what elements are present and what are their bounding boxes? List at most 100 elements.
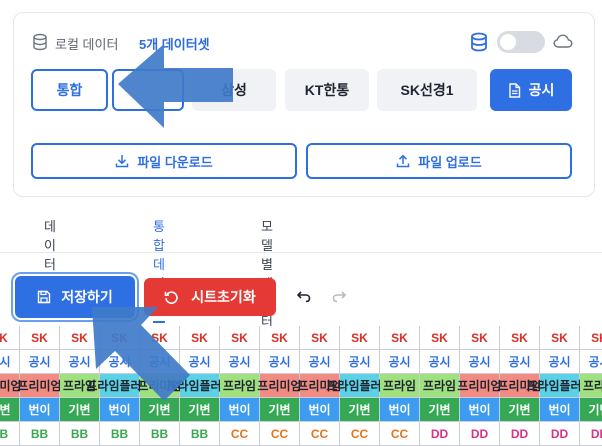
- sheet-cell[interactable]: SK: [0, 326, 20, 350]
- file-download-button[interactable]: 파일 다운로드: [31, 143, 297, 179]
- sheet-cell[interactable]: SK: [580, 326, 602, 350]
- sheet-cell[interactable]: SK: [60, 326, 100, 350]
- sheet-cell[interactable]: CC: [380, 422, 420, 446]
- reset-sheet-button[interactable]: 시트초기화: [144, 278, 276, 316]
- sheet-cell[interactable]: SK: [220, 326, 260, 350]
- sheet-cell[interactable]: 기변: [340, 398, 380, 422]
- sheet-cell[interactable]: 프라임플러스: [166, 374, 233, 398]
- sheet-cell[interactable]: 공시: [140, 350, 180, 374]
- sheet-cell[interactable]: DD: [540, 422, 580, 446]
- redo-icon[interactable]: [331, 288, 347, 304]
- database-icon[interactable]: [470, 32, 488, 52]
- sheet-cell[interactable]: 공시: [380, 350, 420, 374]
- sheet-cell[interactable]: DD: [460, 422, 500, 446]
- sheet-cell[interactable]: 공시: [540, 350, 580, 374]
- sheet-cell[interactable]: SK: [140, 326, 180, 350]
- sheet-cell[interactable]: CC: [340, 422, 380, 446]
- sheet-cell[interactable]: DD: [580, 422, 602, 446]
- sheet-cell[interactable]: SK: [380, 326, 420, 350]
- sheet-cell[interactable]: 기변: [580, 398, 602, 422]
- sheet-cell[interactable]: BB: [0, 422, 20, 446]
- sheet-cell[interactable]: 공시: [20, 350, 60, 374]
- sheet-cell[interactable]: 프라임플러스: [86, 374, 153, 398]
- sheet-cell[interactable]: 번이: [220, 398, 260, 422]
- sheet-cell[interactable]: 기변: [260, 398, 300, 422]
- sheet-cell[interactable]: 프리미엄: [17, 374, 62, 398]
- sheet-cell[interactable]: CC: [260, 422, 300, 446]
- sheet-cell[interactable]: SK: [300, 326, 340, 350]
- sheet-cell[interactable]: 기변: [500, 398, 540, 422]
- sheet-cell[interactable]: CC: [220, 422, 260, 446]
- sheet-cell[interactable]: 공시: [500, 350, 540, 374]
- tabs-divider: [0, 252, 602, 253]
- dataset-tab-samsung[interactable]: 삼성: [192, 69, 276, 111]
- download-icon: [116, 155, 129, 168]
- sheet-cell[interactable]: BB: [20, 422, 60, 446]
- sheet-cell[interactable]: DD: [500, 422, 540, 446]
- sheet-cell[interactable]: 프리미엄: [257, 374, 302, 398]
- sheet-cell[interactable]: SK: [340, 326, 380, 350]
- local-data-label: 로컬 데이터: [55, 37, 119, 52]
- dataset-tab-integrated[interactable]: 통합: [31, 69, 108, 111]
- save-button[interactable]: 저장하기: [15, 276, 135, 318]
- sheet-cell[interactable]: SK: [100, 326, 140, 350]
- sheet-cell[interactable]: SK: [500, 326, 540, 350]
- sheet-cell[interactable]: SK: [540, 326, 580, 350]
- sheet-cell[interactable]: 번이: [460, 398, 500, 422]
- sheet-cell[interactable]: 공시: [340, 350, 380, 374]
- sheet-cell[interactable]: SK: [260, 326, 300, 350]
- sheet-cell[interactable]: 프리미엄: [457, 374, 502, 398]
- sheet-cell[interactable]: DD: [420, 422, 460, 446]
- sheet-cell[interactable]: 번이: [540, 398, 580, 422]
- sheet-cell[interactable]: 기변: [420, 398, 460, 422]
- undo-icon[interactable]: [296, 288, 312, 304]
- sheet-cell[interactable]: 공시: [0, 350, 20, 374]
- toggle-knob: [500, 34, 516, 50]
- document-icon: [508, 82, 520, 98]
- sheet-cell[interactable]: 공시: [180, 350, 220, 374]
- sheet-cell[interactable]: BB: [60, 422, 100, 446]
- sheet-cell[interactable]: BB: [180, 422, 220, 446]
- sheet-cell[interactable]: 기변: [140, 398, 180, 422]
- sheet-cell[interactable]: 프라임플러스: [326, 374, 393, 398]
- sheet-cell[interactable]: 공시: [580, 350, 602, 374]
- sheet-cell[interactable]: 번이: [300, 398, 340, 422]
- dataset-tab-2[interactable]: [112, 69, 184, 111]
- file-upload-button[interactable]: 파일 업로드: [306, 143, 572, 179]
- sheet-cell[interactable]: SK: [180, 326, 220, 350]
- sheet-cell[interactable]: SK: [20, 326, 60, 350]
- sheet-cell[interactable]: 공시: [460, 350, 500, 374]
- database-icon: [33, 33, 47, 51]
- save-label: 저장하기: [61, 289, 113, 305]
- sheet-cell[interactable]: 기변: [180, 398, 220, 422]
- sheet-cell[interactable]: 공시: [260, 350, 300, 374]
- sheet-cell[interactable]: BB: [140, 422, 180, 446]
- sheet-cell[interactable]: CC: [300, 422, 340, 446]
- sheet-cell[interactable]: 공시: [220, 350, 260, 374]
- cloud-icon[interactable]: [553, 33, 573, 49]
- sheet-row: 공시공시공시공시공시공시공시공시공시공시공시공시공시공시공시공시: [0, 350, 602, 374]
- sheet-cell[interactable]: 번이: [100, 398, 140, 422]
- sheet-cell[interactable]: 프라임플러스: [526, 374, 593, 398]
- sheet-cell[interactable]: 공시: [300, 350, 340, 374]
- sheet-cell[interactable]: 공시: [60, 350, 100, 374]
- sheet-cell[interactable]: 프라임: [420, 374, 460, 398]
- storage-toggle[interactable]: [497, 31, 545, 53]
- sheet-cell[interactable]: 기변: [0, 398, 20, 422]
- sheet-cell[interactable]: 프라임: [220, 374, 260, 398]
- dataset-tab-sk[interactable]: SK선경1: [377, 69, 477, 111]
- spreadsheet-grid[interactable]: SKSKSKSKSKSKSKSKSKSKSKSKSKSKSKSK공시공시공시공시…: [0, 326, 602, 446]
- sheet-cell[interactable]: 프라임: [380, 374, 420, 398]
- sheet-cell[interactable]: 번이: [380, 398, 420, 422]
- sheet-cell[interactable]: 공시: [420, 350, 460, 374]
- sheet-cell[interactable]: 공시: [100, 350, 140, 374]
- sheet-cell[interactable]: BB: [100, 422, 140, 446]
- sheet-cell[interactable]: 번이: [20, 398, 60, 422]
- dataset-tab-public[interactable]: 공시: [490, 69, 572, 111]
- sheet-cell[interactable]: 프라임: [580, 374, 602, 398]
- sheet-row: BBBBBBBBBBBBCCCCCCCCCCDDDDDDDDDD: [0, 422, 602, 446]
- dataset-tab-kt[interactable]: KT한통: [285, 69, 369, 111]
- sheet-cell[interactable]: SK: [420, 326, 460, 350]
- sheet-cell[interactable]: 기변: [60, 398, 100, 422]
- sheet-cell[interactable]: SK: [460, 326, 500, 350]
